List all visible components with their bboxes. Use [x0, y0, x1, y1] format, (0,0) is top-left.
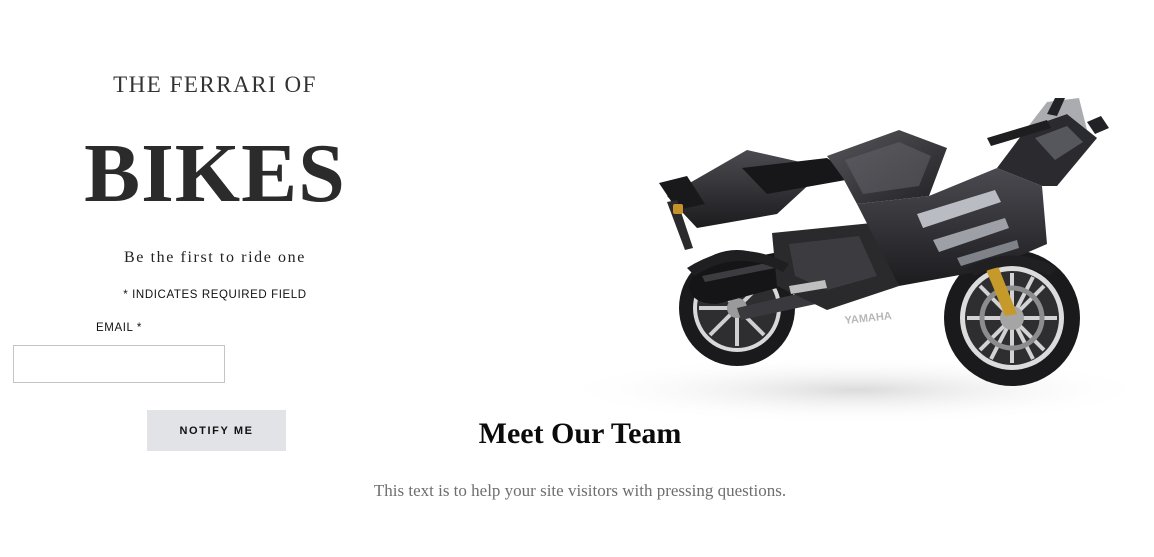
hero-tagline: Be the first to ride one	[124, 249, 306, 266]
email-field[interactable]	[13, 345, 225, 383]
hero-eyebrow: THE FERRARI OF	[113, 72, 317, 97]
notify-me-button[interactable]: NOTIFY ME	[147, 410, 286, 451]
team-heading: Meet Our Team	[478, 417, 682, 450]
team-description: This text is to help your site visitors …	[373, 481, 787, 500]
landing-page: THE FERRARI OF BIKES Be the first to rid…	[0, 0, 1154, 557]
hero-headline: BIKES	[84, 127, 346, 220]
motorcycle-image: YAMAHA	[527, 18, 1154, 468]
svg-text:YAMAHA: YAMAHA	[844, 310, 892, 327]
required-field-note: * INDICATES REQUIRED FIELD	[123, 289, 307, 301]
email-label: EMAIL *	[96, 322, 142, 334]
